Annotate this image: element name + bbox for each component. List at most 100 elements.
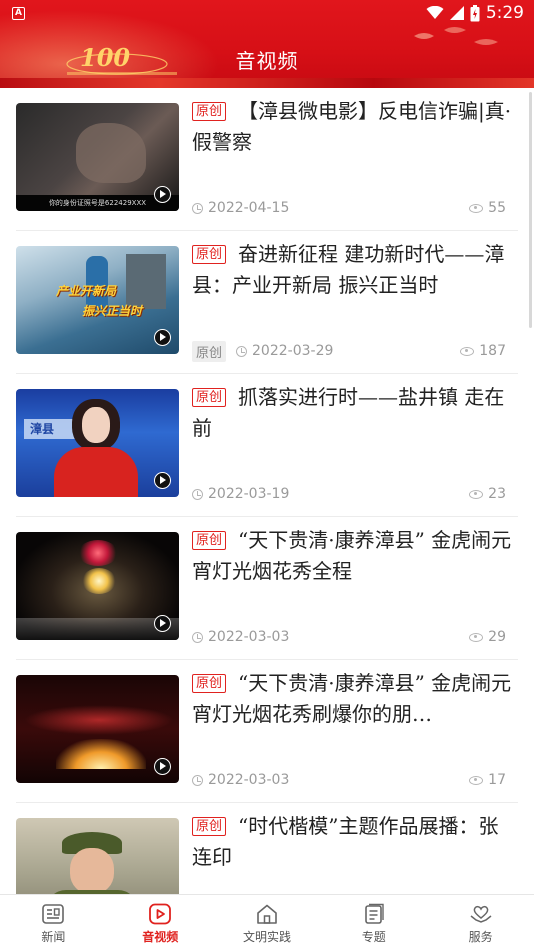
video-thumbnail[interactable]: 你的身份证照号是622429XXX (16, 103, 179, 211)
video-thumbnail[interactable]: 漳县 (16, 389, 179, 497)
clock-icon (192, 631, 203, 643)
view-count: 187 (460, 343, 506, 359)
topic-icon (364, 903, 384, 924)
thumb-firework-red (78, 540, 118, 566)
original-tag: 原创 (192, 531, 227, 550)
scrollbar[interactable] (529, 92, 532, 328)
article-title[interactable]: 原创 抓落实进行时——盐井镇 走在前 (192, 382, 514, 444)
battery-icon (470, 4, 480, 21)
signal-icon (449, 6, 464, 20)
eye-icon (469, 203, 484, 213)
thumb-machine (126, 254, 166, 309)
article-meta: 2022-03-19 23 (192, 484, 514, 504)
play-icon (154, 615, 171, 632)
view-count: 55 (469, 200, 506, 216)
thumb-caption-2: 振兴正当时 (82, 304, 143, 318)
video-thumbnail[interactable] (16, 532, 179, 640)
nav-news[interactable]: 新闻 (0, 895, 107, 950)
article-title-text: “天下贵清·康养漳县” 金虎闹元宵灯光烟花秀全程 (192, 528, 512, 583)
view-count-value: 55 (488, 200, 506, 216)
article-title-text: “天下贵清·康养漳县” 金虎闹元宵灯光烟花秀刷爆你的朋… (192, 671, 512, 726)
wifi-icon (426, 6, 444, 19)
article-title[interactable]: 原创 奋进新征程 建功新时代——漳县：产业开新局 振兴正当时 (192, 239, 514, 301)
article-meta: 2022-04-15 55 (192, 198, 514, 218)
status-icons: 5:29 (426, 3, 524, 23)
article-meta: 2022-03-03 17 (192, 770, 514, 790)
list-item[interactable]: 原创 “天下贵清·康养漳县” 金虎闹元宵灯光烟花秀全程 2022-03-03 29 (16, 517, 518, 660)
thumb-hand (76, 123, 146, 183)
video-thumbnail[interactable] (16, 675, 179, 783)
thumb-firework-gold (82, 568, 116, 594)
eye-icon (469, 775, 484, 785)
article-title[interactable]: 原创 【漳县微电影】反电信诈骗|真·假警察 (192, 96, 514, 158)
eye-icon (460, 346, 475, 356)
article-title-text: “时代楷模”主题作品展播：张连印 (192, 814, 499, 869)
app-header: A 5:29 100 音视频 (0, 0, 534, 88)
article-title[interactable]: 原创 “时代楷模”主题作品展播：张连印 (192, 811, 514, 873)
nav-label: 服务 (468, 930, 493, 944)
article-title[interactable]: 原创 “天下贵清·康养漳县” 金虎闹元宵灯光烟花秀刷爆你的朋… (192, 668, 514, 730)
nav-label: 专题 (361, 930, 386, 944)
page-title: 音视频 (235, 49, 299, 73)
play-icon (154, 186, 171, 203)
notification-icon: A (12, 7, 25, 20)
nav-topic[interactable]: 专题 (320, 895, 427, 950)
article-meta: 原创 2022-03-29 187 (192, 340, 514, 362)
publish-date: 2022-03-29 (252, 343, 334, 359)
nav-label: 音视频 (142, 930, 179, 944)
bottom-nav: 新闻 音视频 文明实践 专题 服务 (0, 894, 534, 950)
eye-icon (469, 632, 484, 642)
original-tag: 原创 (192, 102, 227, 121)
nav-label: 新闻 (41, 930, 66, 944)
nav-label: 文明实践 (242, 930, 291, 944)
article-title-text: 【漳县微电影】反电信诈骗|真·假警察 (192, 99, 512, 154)
clock-icon (236, 345, 248, 357)
publish-date: 2022-03-03 (208, 772, 290, 788)
video-list[interactable]: 你的身份证照号是622429XXX 原创 【漳县微电影】反电信诈骗|真·假警察 2… (0, 88, 534, 894)
video-thumbnail[interactable] (16, 818, 179, 894)
nav-civilization[interactable]: 文明实践 (214, 895, 321, 950)
thumb-face (70, 848, 114, 894)
list-item[interactable]: 漳县 原创 抓落实进行时——盐井镇 走在前 2022-03-19 23 (16, 374, 518, 517)
nav-service[interactable]: 服务 (427, 895, 534, 950)
video-thumbnail[interactable]: 产业开新局 振兴正当时 (16, 246, 179, 354)
thumb-firework-gold (56, 739, 146, 769)
publish-date: 2022-03-03 (208, 629, 290, 645)
article-title-text: 抓落实进行时——盐井镇 走在前 (192, 385, 505, 440)
publish-date: 2022-04-15 (208, 200, 290, 216)
play-icon (154, 329, 171, 346)
play-icon (154, 472, 171, 489)
article-meta: 2022-03-03 29 (192, 627, 514, 647)
thumb-anchor-face (82, 407, 110, 443)
view-count-value: 29 (488, 629, 506, 645)
clock-icon (192, 488, 203, 500)
article-title[interactable]: 原创 “天下贵清·康养漳县” 金虎闹元宵灯光烟花秀全程 (192, 525, 514, 587)
view-count-value: 17 (488, 772, 506, 788)
clock-icon (192, 774, 203, 786)
play-icon (154, 758, 171, 775)
service-icon (470, 905, 492, 923)
eye-icon (469, 489, 484, 499)
thumb-firework-red (24, 705, 174, 735)
list-item[interactable]: 产业开新局 振兴正当时 原创 奋进新征程 建功新时代——漳县：产业开新局 振兴正当… (16, 231, 518, 374)
article-title-text: 奋进新征程 建功新时代——漳县：产业开新局 振兴正当时 (192, 242, 505, 297)
original-tag: 原创 (192, 388, 227, 407)
list-item[interactable]: 原创 “时代楷模”主题作品展播：张连印 (16, 803, 518, 894)
status-time: 5:29 (485, 3, 524, 23)
source-badge: 原创 (192, 340, 227, 362)
original-tag: 原创 (192, 245, 227, 264)
original-tag: 原创 (192, 817, 227, 836)
publish-date: 2022-03-19 (208, 486, 290, 502)
original-tag: 原创 (192, 674, 227, 693)
list-item[interactable]: 你的身份证照号是622429XXX 原创 【漳县微电影】反电信诈骗|真·假警察 2… (16, 88, 518, 231)
view-count: 29 (469, 629, 506, 645)
view-count: 17 (469, 772, 506, 788)
clock-icon (192, 202, 203, 214)
view-count-value: 187 (479, 343, 506, 359)
nav-video[interactable]: 音视频 (107, 895, 214, 950)
list-item[interactable]: 原创 “天下贵清·康养漳县” 金虎闹元宵灯光烟花秀刷爆你的朋… 2022-03-0… (16, 660, 518, 803)
thumb-anchor-body (54, 447, 138, 497)
header-decor-band (0, 78, 534, 88)
home-icon (257, 904, 277, 924)
video-icon (149, 903, 172, 925)
